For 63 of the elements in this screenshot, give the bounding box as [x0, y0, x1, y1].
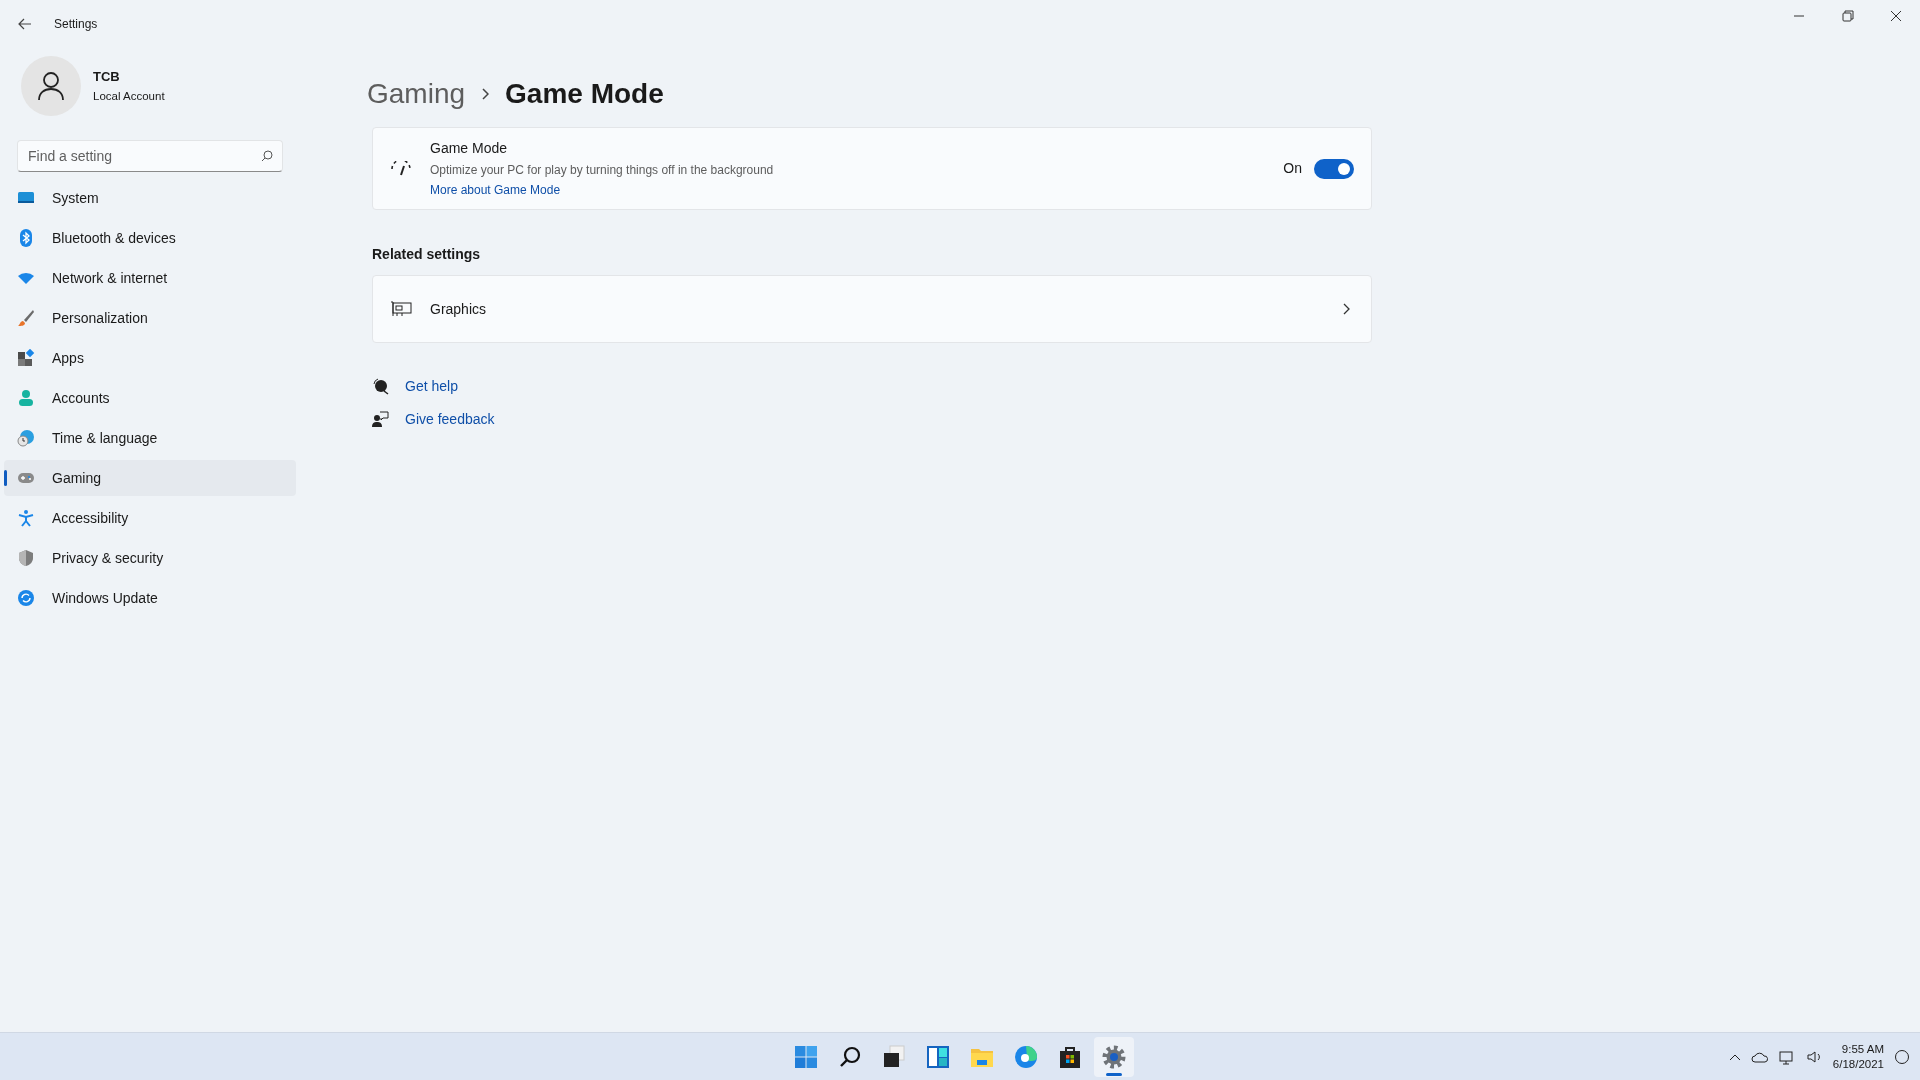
toggle-switch[interactable]	[1314, 158, 1354, 179]
setting-description: Optimize your PC for play by turning things off in the background	[430, 162, 774, 179]
page-title: Game Mode	[505, 77, 664, 111]
breadcrumb-parent[interactable]: Gaming	[367, 73, 466, 115]
globe-clock-icon	[17, 429, 35, 447]
nav-item[interactable]: Accessibility	[4, 500, 296, 536]
bluetooth-icon	[19, 229, 33, 247]
store-icon[interactable]	[1059, 1044, 1081, 1069]
account-type: Local Account	[93, 89, 165, 105]
settings-row[interactable]: Graphics	[372, 275, 1372, 343]
speaker-icon[interactable]	[1806, 1049, 1823, 1064]
browser-icon[interactable]	[1014, 1044, 1038, 1069]
accessibility-icon	[18, 509, 34, 527]
gear-icon[interactable]	[1102, 1044, 1126, 1069]
help-bubble-icon	[372, 378, 389, 395]
learn-more-link[interactable]: More about Game Mode	[430, 181, 774, 199]
gamepad-icon	[17, 471, 35, 485]
monitor-icon	[17, 190, 35, 206]
chevron-right-icon	[1343, 303, 1350, 315]
feedback-icon	[372, 411, 389, 428]
nav-item[interactable]: Accounts	[4, 380, 296, 416]
nav-item[interactable]: Privacy & security	[4, 540, 296, 576]
task-view-icon[interactable]	[882, 1044, 906, 1069]
restore-icon[interactable]	[1842, 10, 1854, 22]
widgets-icon[interactable]	[926, 1044, 950, 1069]
person-icon	[18, 389, 34, 407]
help-link[interactable]: Get help	[405, 376, 458, 397]
setting-title: Game Mode	[430, 139, 509, 158]
notification-icon[interactable]	[1894, 1048, 1910, 1065]
nav-item[interactable]: Gaming	[4, 460, 296, 496]
nav-item[interactable]: Personalization	[4, 300, 296, 336]
window-title: Settings	[54, 16, 98, 33]
graphics-card-icon	[390, 301, 412, 317]
minimize-icon[interactable]	[1794, 15, 1806, 17]
chevron-right-icon	[481, 88, 490, 100]
active-indicator	[1106, 1072, 1122, 1076]
nav-item[interactable]: Windows Update	[4, 580, 296, 616]
section-heading: Related settings	[372, 245, 481, 264]
shield-icon	[18, 549, 34, 567]
apps-icon	[17, 349, 35, 367]
chevron-up-icon[interactable]	[1728, 1052, 1741, 1061]
close-icon[interactable]	[1890, 10, 1902, 22]
start-icon[interactable]	[794, 1044, 818, 1069]
clock-time[interactable]: 9:55 AM	[1841, 1041, 1884, 1057]
nav-item[interactable]: Apps	[4, 340, 296, 376]
search-icon	[261, 150, 273, 162]
search-icon[interactable]	[838, 1044, 862, 1069]
toggle-state-label: On	[1283, 159, 1302, 178]
selection-indicator	[4, 470, 7, 486]
nav-item[interactable]: Time & language	[4, 420, 296, 456]
update-icon	[17, 589, 35, 607]
person-icon	[37, 71, 65, 101]
search-field[interactable]: Find a setting	[17, 140, 283, 172]
cloud-icon[interactable]	[1750, 1050, 1769, 1063]
nav-item[interactable]: System	[4, 180, 296, 216]
back-icon[interactable]	[18, 18, 32, 30]
brush-icon	[17, 309, 35, 327]
help-link[interactable]: Give feedback	[405, 409, 495, 430]
nav-item[interactable]: Bluetooth & devices	[4, 220, 296, 256]
clock-date[interactable]: 6/18/2021	[1832, 1056, 1884, 1072]
nav-item[interactable]: Network & internet	[4, 260, 296, 296]
wifi-icon	[17, 271, 35, 285]
account-name: TCB	[93, 67, 121, 86]
